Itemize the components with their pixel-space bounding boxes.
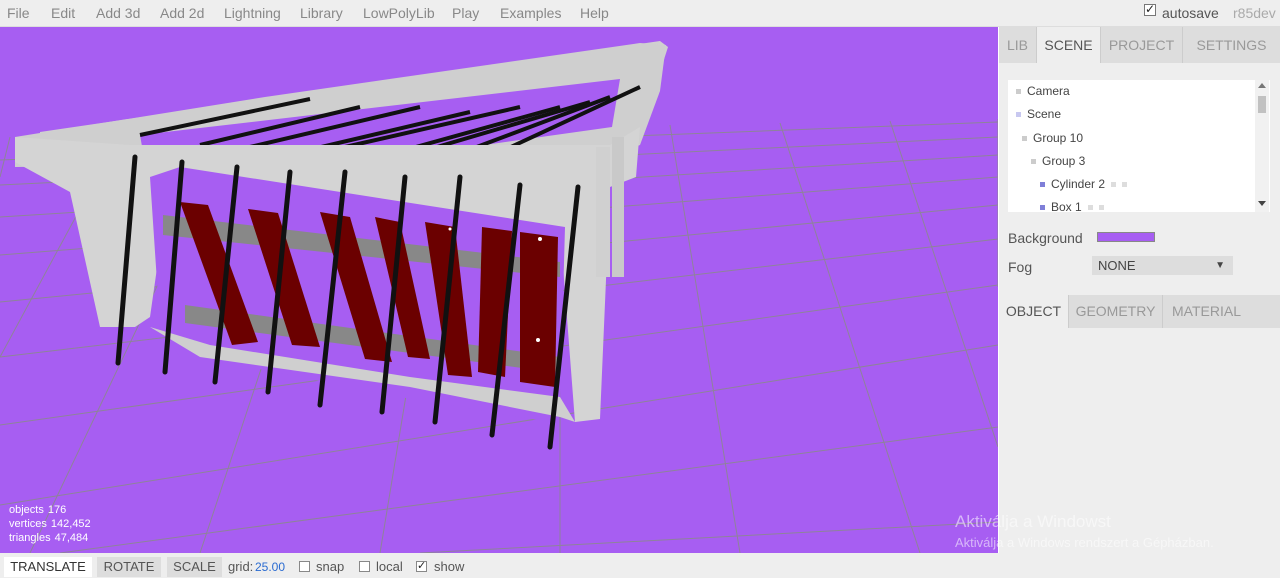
grid-label: grid: [228,559,254,574]
outliner-item-box-1[interactable]: Box 1 [1040,200,1104,212]
scroll-thumb[interactable] [1258,96,1266,113]
outliner-item-cylinder-2[interactable]: Cylinder 2 [1040,177,1128,191]
menu-examples[interactable]: Examples [500,5,561,21]
objects-count: objects 176 [9,504,67,516]
scene-render [0,41,998,553]
3d-viewport[interactable]: objects 176 vertices 142,452 triangles 47,4… [0,27,998,553]
translate-button[interactable]: TRANSLATE [4,557,92,577]
local-label: local [376,559,403,574]
tab-object[interactable]: OBJECT [999,295,1069,328]
object-tabs: OBJECT GEOMETRY MATERIAL [999,295,1280,328]
triangles-count: triangles 47,484 [9,532,89,544]
activation-watermark-text: Aktiválja a Windows rendszert a Gépházba… [955,535,1214,550]
outliner-item-group-3[interactable]: Group 3 [1031,154,1085,168]
menu-edit[interactable]: Edit [51,5,75,21]
tab-material[interactable]: MATERIAL [1163,295,1250,328]
menu-lowpolylib[interactable]: LowPolyLib [363,5,435,21]
cage-structure [15,41,668,450]
scene-outliner[interactable]: Camera Scene Group 10 Group 3 Cylinder 2… [1008,80,1270,212]
menu-play[interactable]: Play [452,5,479,21]
scale-button[interactable]: SCALE [167,557,222,577]
vertices-count: vertices 142,452 [9,518,91,530]
outliner-item-scene[interactable]: Scene [1016,107,1061,121]
background-label: Background [1008,230,1083,246]
rotate-button[interactable]: ROTATE [97,557,161,577]
menu-add-2d[interactable]: Add 2d [160,5,204,21]
grid-input[interactable]: 25.00 [255,560,285,574]
menu-lightning[interactable]: Lightning [224,5,281,21]
tab-scene[interactable]: SCENE [1037,27,1101,63]
dropdown-arrow-icon: ▼ [1215,260,1225,271]
autosave-checkbox[interactable] [1144,2,1156,16]
menubar: File Edit Add 3d Add 2d Lightning Librar… [0,0,1280,27]
tab-geometry[interactable]: GEOMETRY [1069,295,1163,328]
scroll-up-icon[interactable] [1258,83,1266,88]
tab-lib[interactable]: LIB [999,27,1037,63]
fog-select[interactable]: NONE ▼ [1092,256,1233,275]
snap-label: snap [316,559,345,574]
render-info: objects 176 vertices 142,452 triangles 47,4… [9,503,91,545]
scroll-down-icon[interactable] [1258,201,1266,206]
local-checkbox[interactable] [359,561,370,572]
menu-file[interactable]: File [7,5,30,21]
background-color-picker[interactable] [1097,232,1155,242]
menu-help[interactable]: Help [580,5,609,21]
menu-library[interactable]: Library [300,5,343,21]
fog-label: Fog [1008,259,1033,275]
autosave-label: autosave [1162,5,1219,21]
sidebar-tabs: LIB SCENE PROJECT SETTINGS [999,27,1280,63]
bottom-toolbar: TRANSLATE ROTATE SCALE grid: 25.00 snap … [0,553,1280,578]
show-checkbox[interactable] [416,559,427,572]
menu-add-3d[interactable]: Add 3d [96,5,140,21]
outliner-scrollbar[interactable] [1255,80,1269,212]
activation-watermark-title: Aktiválja a Windowst [955,512,1111,531]
show-label: show [434,559,465,574]
user-name[interactable]: r85dev [1233,5,1276,21]
tab-project[interactable]: PROJECT [1101,27,1183,63]
tab-settings[interactable]: SETTINGS [1183,27,1280,63]
snap-checkbox[interactable] [299,561,310,572]
outliner-item-group-10[interactable]: Group 10 [1022,131,1083,145]
outliner-item-camera[interactable]: Camera [1016,84,1070,98]
